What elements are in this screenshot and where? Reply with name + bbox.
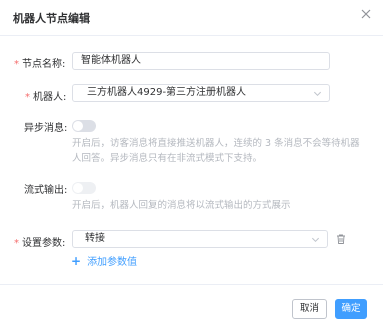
node-name-label-text: 节点名称: (22, 59, 66, 70)
chevron-down-icon (311, 237, 320, 243)
settings-params-select[interactable]: 转接 (72, 230, 328, 248)
trash-icon[interactable] (335, 233, 347, 245)
stream-output-switch[interactable] (72, 182, 96, 194)
switch-knob (73, 183, 83, 193)
robot-label: * 机器人: (25, 88, 66, 103)
add-param-value-link[interactable]: + 添加参数值 (71, 253, 137, 268)
node-name-label: * 节点名称: (14, 55, 65, 70)
async-message-label: 异步消息: (24, 123, 68, 134)
confirm-button[interactable]: 确定 (335, 299, 367, 319)
stream-output-hint: 开启后，机器人回复的消息将以流式输出的方式展示 (72, 200, 291, 211)
robot-select[interactable]: 三方机器人4929-第三方注册机器人 (72, 84, 330, 102)
footer-divider (0, 284, 383, 285)
async-message-hint-2: 人回答。异步消息只有在非流式模式下支持。 (72, 153, 263, 164)
dialog-title: 机器人节点编辑 (13, 12, 90, 25)
required-mark: * (14, 238, 19, 249)
node-name-input[interactable]: 智能体机器人 (72, 52, 330, 70)
chevron-down-icon (313, 91, 322, 97)
close-icon[interactable] (358, 6, 374, 22)
robot-label-text: 机器人: (33, 92, 67, 103)
settings-params-label-text: 设置参数: (22, 238, 66, 249)
async-message-switch[interactable] (72, 120, 96, 132)
robot-node-edit-dialog: 机器人节点编辑 * 节点名称: 智能体机器人 * 机器人: 三方机器人4929-第三… (0, 0, 383, 332)
header-divider (0, 35, 383, 36)
required-mark: * (25, 92, 30, 103)
async-message-hint-1: 开启后，访客消息将直接推送机器人，连续的 3 条消息不会等待机器 (72, 138, 360, 149)
settings-params-label: * 设置参数: (14, 234, 65, 249)
robot-select-value: 三方机器人4929-第三方注册机器人 (87, 87, 247, 98)
switch-knob (73, 121, 83, 131)
plus-icon: + (71, 254, 82, 268)
required-mark: * (14, 59, 19, 70)
stream-output-label: 流式输出: (24, 185, 68, 196)
add-param-value-label: 添加参数值 (87, 257, 138, 268)
settings-params-value: 转接 (85, 233, 105, 244)
cancel-button[interactable]: 取消 (292, 299, 327, 319)
